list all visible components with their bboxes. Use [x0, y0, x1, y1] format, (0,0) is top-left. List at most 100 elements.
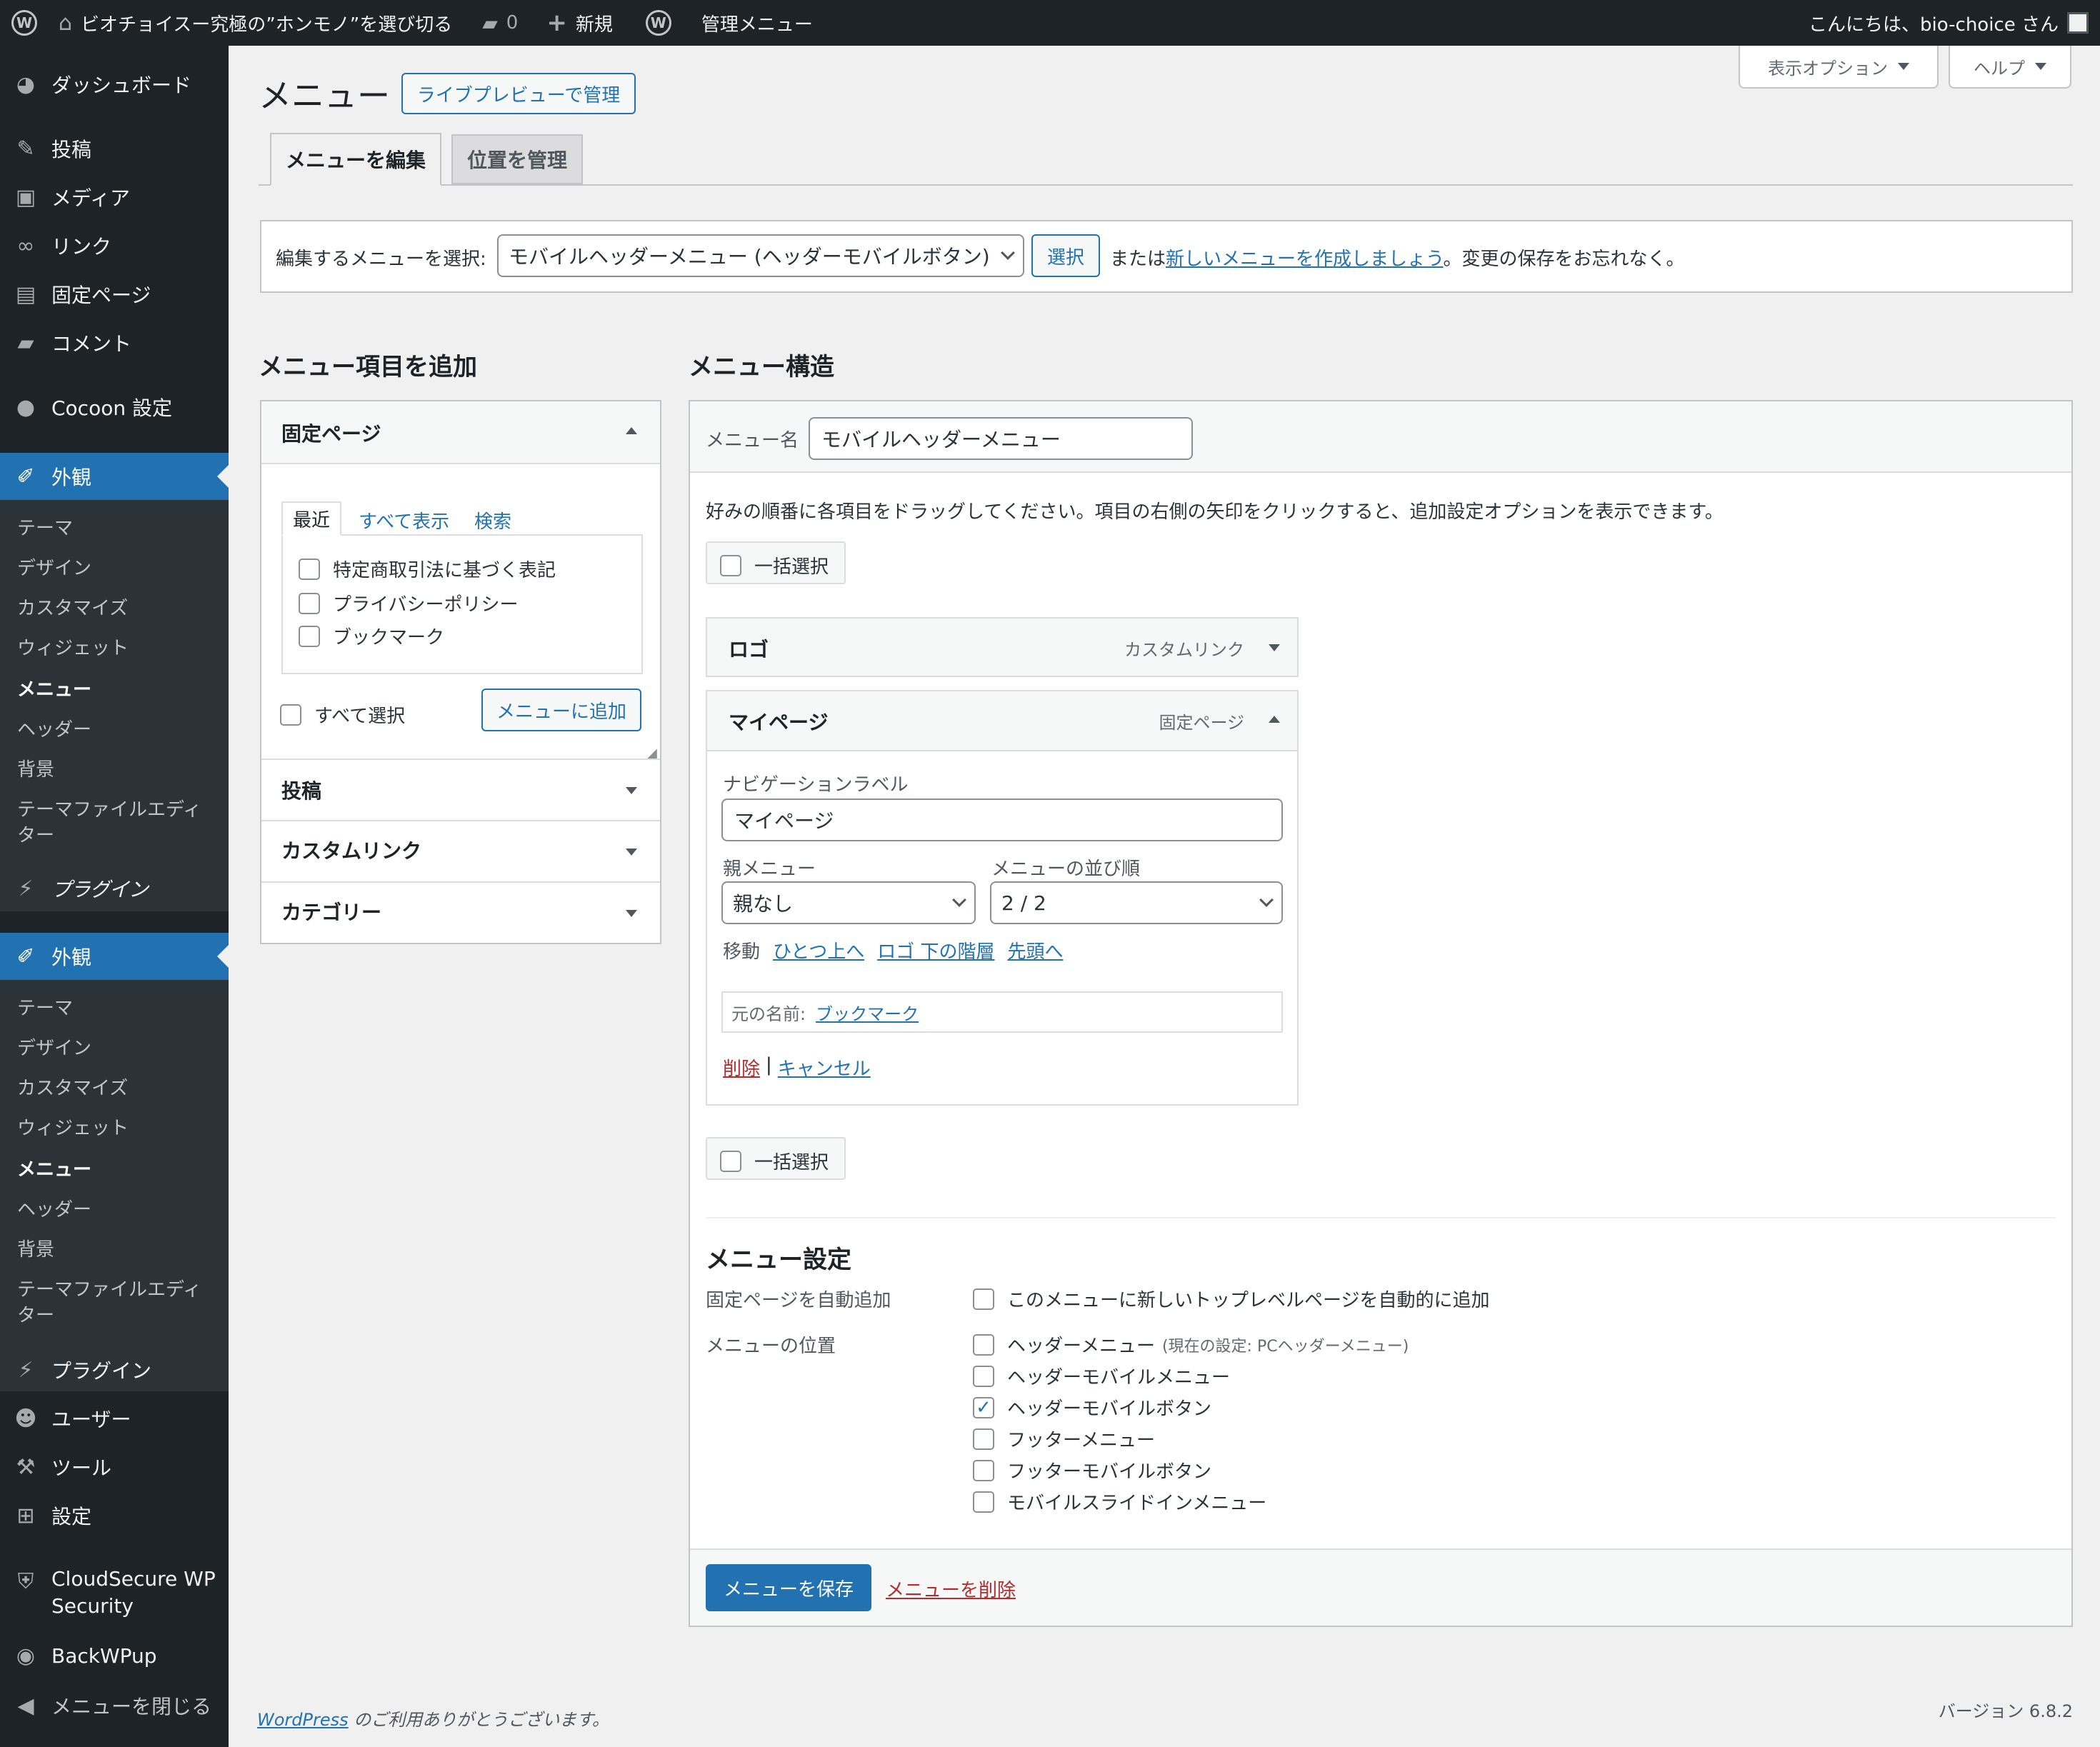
- sidebar-item-plugins-garbled[interactable]: ⚡ プラグイン: [0, 874, 229, 903]
- parent-menu-select[interactable]: 親なし: [721, 881, 976, 924]
- create-new-menu-link[interactable]: 新しいメニューを作成しましょう: [1166, 249, 1443, 270]
- save-menu-button[interactable]: メニューを保存: [706, 1564, 871, 1611]
- submenu-item-theme-editor[interactable]: テーマファイルエディ: [17, 1277, 201, 1303]
- sidebar-item-appearance[interactable]: ✐ 外観: [0, 453, 229, 500]
- tab-recent[interactable]: 最近: [281, 501, 341, 536]
- sidebar-item-settings[interactable]: ⊞ 設定: [0, 1501, 229, 1530]
- submenu-item-menus[interactable]: メニュー: [17, 677, 91, 703]
- original-page-link[interactable]: ブックマーク: [816, 1000, 919, 1025]
- screen-options-button[interactable]: 表示オプション: [1739, 46, 1939, 89]
- list-item[interactable]: 特定商取引法に基づく表記: [299, 556, 556, 582]
- submenu-item-design[interactable]: デザイン: [17, 1036, 91, 1061]
- sidebar-item-links[interactable]: ∞ リンク: [0, 231, 229, 260]
- list-item[interactable]: プライバシーポリシー: [299, 590, 518, 616]
- submenu-item-customize[interactable]: カスタマイズ: [17, 596, 128, 621]
- site-name-link[interactable]: ⌂ ビオチョイスー究極の”ホンモノ”を選び切る: [49, 0, 462, 46]
- location-option-header-mobile-menu[interactable]: ヘッダーモバイルメニュー: [973, 1363, 1230, 1389]
- sidebar-item-appearance-2[interactable]: ✐ 外観: [0, 933, 229, 980]
- bulk-select-label: 一括選択: [754, 556, 829, 578]
- submenu-item-background[interactable]: 背景: [17, 1237, 54, 1263]
- bulk-select-row: 一括選択: [720, 1148, 829, 1174]
- auto-add-option[interactable]: このメニューに新しいトップレベルページを自動的に追加: [973, 1286, 1489, 1312]
- submenu-item-widgets[interactable]: ウィジェット: [17, 1116, 129, 1141]
- location-option-footer-mobile-button[interactable]: フッターモバイルボタン: [973, 1457, 1211, 1483]
- custom-links-accordion-header[interactable]: カスタムリンク: [261, 821, 660, 881]
- submenu-item-themes[interactable]: テーマ: [17, 516, 73, 541]
- bulk-select-bottom[interactable]: 一括選択: [706, 1137, 846, 1180]
- delete-item-link[interactable]: 削除: [723, 1054, 760, 1081]
- location-option-header-menu[interactable]: ヘッダーメニュー (現在の設定: PCヘッダーメニュー): [973, 1331, 1409, 1358]
- pages-accordion-header[interactable]: 固定ページ: [261, 401, 660, 463]
- checkbox[interactable]: [973, 1428, 994, 1450]
- checkbox[interactable]: [299, 558, 320, 580]
- menu-select-dropdown[interactable]: モバイルヘッダーメニュー (ヘッダーモバイルボタン): [497, 234, 1024, 277]
- checkbox[interactable]: [973, 1288, 994, 1310]
- submenu-item-themes[interactable]: テーマ: [17, 996, 73, 1021]
- checkbox[interactable]: [720, 554, 741, 576]
- menu-item-mypage-header[interactable]: マイページ 固定ページ: [707, 691, 1297, 751]
- sidebar-item-users[interactable]: ☻ ユーザー: [0, 1404, 229, 1433]
- add-to-menu-button[interactable]: メニューに追加: [481, 689, 641, 731]
- bulk-select-top[interactable]: 一括選択: [706, 541, 846, 584]
- sidebar-item-cocoon[interactable]: ● Cocoon 設定: [0, 393, 229, 421]
- select-menu-button[interactable]: 選択: [1031, 234, 1100, 277]
- submenu-item-theme-editor[interactable]: テーマファイルエディ: [17, 797, 201, 823]
- menu-item-logo[interactable]: ロゴ カスタムリンク: [706, 617, 1299, 677]
- sidebar-item-backwpup[interactable]: ◉ BackWPup: [0, 1643, 229, 1668]
- tab-view-all[interactable]: すべて表示: [359, 507, 449, 534]
- tab-manage-locations[interactable]: 位置を管理: [451, 134, 583, 184]
- new-content-link[interactable]: + 新規: [536, 0, 623, 46]
- move-up-link[interactable]: ひとつ上へ: [773, 937, 864, 963]
- sidebar-item-tools[interactable]: ⚒ ツール: [0, 1453, 229, 1481]
- my-account[interactable]: こんにちは、bio-choice さん: [1799, 0, 2100, 46]
- location-option-header-mobile-button[interactable]: ✓ ヘッダーモバイルボタン: [973, 1394, 1211, 1421]
- move-under-logo-link[interactable]: ロゴ 下の階層: [877, 937, 994, 963]
- checkbox-checked[interactable]: ✓: [973, 1396, 994, 1418]
- checkbox[interactable]: [720, 1150, 741, 1172]
- live-preview-button[interactable]: ライブプレビューで管理: [401, 73, 636, 114]
- wordpress-logo-icon[interactable]: W: [0, 0, 49, 46]
- submenu-item-customize[interactable]: カスタマイズ: [17, 1076, 128, 1101]
- sidebar-item-pages[interactable]: ▤ 固定ページ: [0, 280, 229, 309]
- submenu-item-header[interactable]: ヘッダー: [17, 1197, 91, 1223]
- posts-accordion-header[interactable]: 投稿: [261, 760, 660, 820]
- tab-search[interactable]: 検索: [474, 507, 511, 534]
- help-button[interactable]: ヘルプ: [1949, 46, 2071, 89]
- collapse-menu-button[interactable]: ◀ メニューを閉じる: [0, 1691, 229, 1720]
- menu-name-input[interactable]: モバイルヘッダーメニュー: [809, 417, 1193, 460]
- delete-menu-link[interactable]: メニューを削除: [886, 1576, 1016, 1602]
- submenu-item-widgets[interactable]: ウィジェット: [17, 636, 129, 661]
- location-option-mobile-slide-in[interactable]: モバイルスライドインメニュー: [973, 1488, 1266, 1515]
- submenu-item-design[interactable]: デザイン: [17, 556, 91, 581]
- checkbox[interactable]: [299, 625, 320, 647]
- sidebar-item-plugins[interactable]: ⚡ プラグイン: [0, 1356, 229, 1384]
- tab-edit-menus[interactable]: メニューを編集: [270, 133, 441, 186]
- submenu-item-header[interactable]: ヘッダー: [17, 717, 91, 743]
- submenu-item-menus[interactable]: メニュー: [17, 1157, 91, 1183]
- sidebar-item-media[interactable]: ▣ メディア: [0, 183, 229, 211]
- sidebar-item-cloudsecure[interactable]: ⛨ CloudSecure WP Security: [0, 1566, 229, 1620]
- checkbox[interactable]: [973, 1459, 994, 1481]
- checkbox[interactable]: [299, 592, 320, 614]
- submenu-item-background[interactable]: 背景: [17, 757, 54, 783]
- comments-link[interactable]: ▰ 0: [472, 0, 528, 46]
- move-to-top-link[interactable]: 先頭へ: [1007, 937, 1063, 963]
- list-item[interactable]: ブックマーク: [299, 623, 444, 649]
- select-all-row[interactable]: すべて選択: [280, 701, 405, 728]
- sidebar-item-dashboard[interactable]: ◕ ダッシュボード: [0, 70, 229, 99]
- checkbox[interactable]: [973, 1491, 994, 1513]
- checkbox[interactable]: [973, 1365, 994, 1387]
- caret-down-icon[interactable]: [1269, 644, 1280, 651]
- admin-menu-link[interactable]: W 管理メニュー: [636, 0, 823, 46]
- caret-up-icon[interactable]: [1269, 716, 1280, 723]
- nav-label-input[interactable]: マイページ: [721, 799, 1283, 841]
- cancel-item-link[interactable]: キャンセル: [778, 1054, 871, 1081]
- sidebar-item-comments[interactable]: ▰ コメント: [0, 329, 229, 357]
- categories-accordion-header[interactable]: カテゴリー: [261, 883, 660, 943]
- sidebar-item-posts[interactable]: ✎ 投稿: [0, 134, 229, 163]
- checkbox[interactable]: [280, 704, 301, 726]
- checkbox[interactable]: [973, 1333, 994, 1356]
- wordpress-link[interactable]: WordPress: [257, 1710, 349, 1730]
- menu-order-select[interactable]: 2 / 2: [990, 881, 1283, 924]
- location-option-footer-menu[interactable]: フッターメニュー: [973, 1426, 1155, 1452]
